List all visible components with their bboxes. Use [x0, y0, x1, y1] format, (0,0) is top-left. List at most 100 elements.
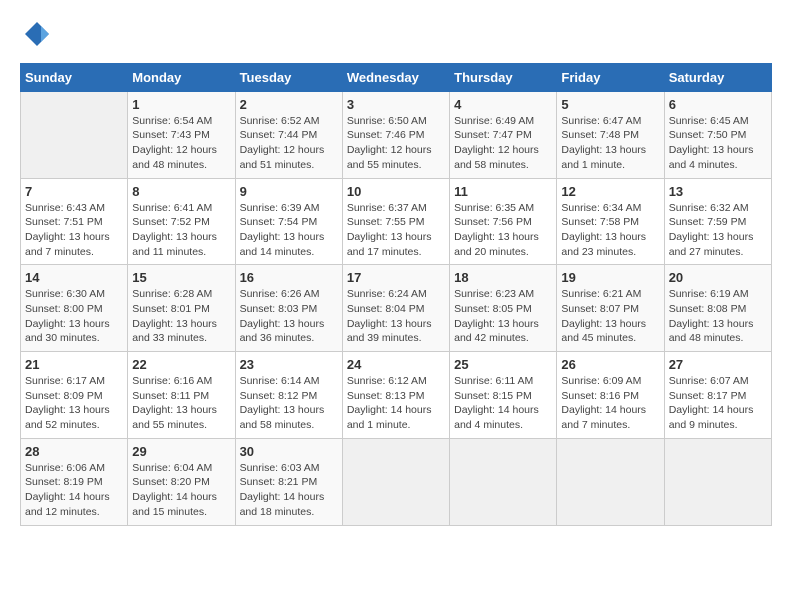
day-info: Sunrise: 6:30 AM Sunset: 8:00 PM Dayligh… — [25, 287, 123, 346]
calendar-cell: 7 Sunrise: 6:43 AM Sunset: 7:51 PM Daylig… — [21, 178, 128, 265]
calendar-cell: 18Sunrise: 6:23 AM Sunset: 8:05 PM Dayli… — [450, 265, 557, 352]
calendar-cell: 28 Sunrise: 6:06 AM Sunset: 8:19 PM Dayli… — [21, 438, 128, 525]
calendar-cell: 4 Sunrise: 6:49 AM Sunset: 7:47 PM Daylig… — [450, 91, 557, 178]
calendar-cell: 30Sunrise: 6:03 AM Sunset: 8:21 PM Dayli… — [235, 438, 342, 525]
day-info: Sunrise: 6:41 AM Sunset: 7:52 PM Dayligh… — [132, 201, 230, 260]
calendar-cell: 27 Sunrise: 6:07 AM Sunset: 8:17 PM Dayli… — [664, 352, 771, 439]
day-info: Sunrise: 6:11 AM Sunset: 8:15 PM Dayligh… — [454, 374, 552, 433]
calendar-cell: 26Sunrise: 6:09 AM Sunset: 8:16 PM Dayli… — [557, 352, 664, 439]
day-info: Sunrise: 6:19 AM Sunset: 8:08 PM Dayligh… — [669, 287, 767, 346]
day-number: 4 — [454, 97, 552, 112]
calendar-cell: 11 Sunrise: 6:35 AM Sunset: 7:56 PM Dayli… — [450, 178, 557, 265]
calendar-cell: 9 Sunrise: 6:39 AM Sunset: 7:54 PM Daylig… — [235, 178, 342, 265]
calendar-header-row: SundayMondayTuesdayWednesdayThursdayFrid… — [21, 63, 772, 91]
calendar-cell: 13 Sunrise: 6:32 AM Sunset: 7:59 PM Dayli… — [664, 178, 771, 265]
day-number: 17 — [347, 270, 445, 285]
day-number: 2 — [240, 97, 338, 112]
calendar-table: SundayMondayTuesdayWednesdayThursdayFrid… — [20, 63, 772, 526]
day-info: Sunrise: 6:03 AM Sunset: 8:21 PM Dayligh… — [240, 461, 338, 520]
day-number: 20 — [669, 270, 767, 285]
day-number: 10 — [347, 184, 445, 199]
calendar-cell: 5 Sunrise: 6:47 AM Sunset: 7:48 PM Daylig… — [557, 91, 664, 178]
page-header — [20, 20, 772, 53]
calendar-cell: 1 Sunrise: 6:54 AM Sunset: 7:43 PM Daylig… — [128, 91, 235, 178]
calendar-cell: 25 Sunrise: 6:11 AM Sunset: 8:15 PM Dayli… — [450, 352, 557, 439]
logo — [20, 20, 51, 53]
day-number: 6 — [669, 97, 767, 112]
day-number: 27 — [669, 357, 767, 372]
calendar-week-row: 21 Sunrise: 6:17 AM Sunset: 8:09 PM Dayli… — [21, 352, 772, 439]
day-info: Sunrise: 6:26 AM Sunset: 8:03 PM Dayligh… — [240, 287, 338, 346]
day-number: 3 — [347, 97, 445, 112]
day-info: Sunrise: 6:52 AM Sunset: 7:44 PM Dayligh… — [240, 114, 338, 173]
day-number: 1 — [132, 97, 230, 112]
calendar-cell: 24Sunrise: 6:12 AM Sunset: 8:13 PM Dayli… — [342, 352, 449, 439]
calendar-cell — [342, 438, 449, 525]
calendar-cell: 19Sunrise: 6:21 AM Sunset: 8:07 PM Dayli… — [557, 265, 664, 352]
calendar-cell: 29 Sunrise: 6:04 AM Sunset: 8:20 PM Dayli… — [128, 438, 235, 525]
day-info: Sunrise: 6:49 AM Sunset: 7:47 PM Dayligh… — [454, 114, 552, 173]
day-info: Sunrise: 6:14 AM Sunset: 8:12 PM Dayligh… — [240, 374, 338, 433]
day-info: Sunrise: 6:50 AM Sunset: 7:46 PM Dayligh… — [347, 114, 445, 173]
calendar-cell — [21, 91, 128, 178]
calendar-week-row: 1 Sunrise: 6:54 AM Sunset: 7:43 PM Daylig… — [21, 91, 772, 178]
day-info: Sunrise: 6:32 AM Sunset: 7:59 PM Dayligh… — [669, 201, 767, 260]
day-info: Sunrise: 6:04 AM Sunset: 8:20 PM Dayligh… — [132, 461, 230, 520]
day-info: Sunrise: 6:06 AM Sunset: 8:19 PM Dayligh… — [25, 461, 123, 520]
day-info: Sunrise: 6:43 AM Sunset: 7:51 PM Dayligh… — [25, 201, 123, 260]
day-number: 14 — [25, 270, 123, 285]
calendar-cell: 16 Sunrise: 6:26 AM Sunset: 8:03 PM Dayli… — [235, 265, 342, 352]
day-info: Sunrise: 6:28 AM Sunset: 8:01 PM Dayligh… — [132, 287, 230, 346]
day-number: 18 — [454, 270, 552, 285]
day-number: 9 — [240, 184, 338, 199]
day-info: Sunrise: 6:54 AM Sunset: 7:43 PM Dayligh… — [132, 114, 230, 173]
logo-icon — [23, 20, 51, 48]
day-info: Sunrise: 6:39 AM Sunset: 7:54 PM Dayligh… — [240, 201, 338, 260]
calendar-cell — [557, 438, 664, 525]
day-info: Sunrise: 6:17 AM Sunset: 8:09 PM Dayligh… — [25, 374, 123, 433]
calendar-body: 1 Sunrise: 6:54 AM Sunset: 7:43 PM Daylig… — [21, 91, 772, 525]
day-number: 29 — [132, 444, 230, 459]
day-number: 21 — [25, 357, 123, 372]
calendar-week-row: 28 Sunrise: 6:06 AM Sunset: 8:19 PM Dayli… — [21, 438, 772, 525]
day-number: 28 — [25, 444, 123, 459]
calendar-cell: 2 Sunrise: 6:52 AM Sunset: 7:44 PM Daylig… — [235, 91, 342, 178]
day-number: 12 — [561, 184, 659, 199]
day-number: 25 — [454, 357, 552, 372]
day-info: Sunrise: 6:47 AM Sunset: 7:48 PM Dayligh… — [561, 114, 659, 173]
calendar-week-row: 7 Sunrise: 6:43 AM Sunset: 7:51 PM Daylig… — [21, 178, 772, 265]
calendar-cell: 6 Sunrise: 6:45 AM Sunset: 7:50 PM Daylig… — [664, 91, 771, 178]
day-info: Sunrise: 6:45 AM Sunset: 7:50 PM Dayligh… — [669, 114, 767, 173]
calendar-cell: 23 Sunrise: 6:14 AM Sunset: 8:12 PM Dayli… — [235, 352, 342, 439]
column-header-friday: Friday — [557, 63, 664, 91]
day-number: 13 — [669, 184, 767, 199]
calendar-cell: 15 Sunrise: 6:28 AM Sunset: 8:01 PM Dayli… — [128, 265, 235, 352]
day-number: 11 — [454, 184, 552, 199]
day-number: 7 — [25, 184, 123, 199]
day-info: Sunrise: 6:37 AM Sunset: 7:55 PM Dayligh… — [347, 201, 445, 260]
day-info: Sunrise: 6:21 AM Sunset: 8:07 PM Dayligh… — [561, 287, 659, 346]
column-header-thursday: Thursday — [450, 63, 557, 91]
day-number: 5 — [561, 97, 659, 112]
day-number: 26 — [561, 357, 659, 372]
day-number: 22 — [132, 357, 230, 372]
day-number: 15 — [132, 270, 230, 285]
day-info: Sunrise: 6:24 AM Sunset: 8:04 PM Dayligh… — [347, 287, 445, 346]
calendar-cell: 22 Sunrise: 6:16 AM Sunset: 8:11 PM Dayli… — [128, 352, 235, 439]
column-header-monday: Monday — [128, 63, 235, 91]
calendar-week-row: 14 Sunrise: 6:30 AM Sunset: 8:00 PM Dayli… — [21, 265, 772, 352]
calendar-cell: 14 Sunrise: 6:30 AM Sunset: 8:00 PM Dayli… — [21, 265, 128, 352]
day-info: Sunrise: 6:12 AM Sunset: 8:13 PM Dayligh… — [347, 374, 445, 433]
calendar-cell: 3 Sunrise: 6:50 AM Sunset: 7:46 PM Daylig… — [342, 91, 449, 178]
day-info: Sunrise: 6:07 AM Sunset: 8:17 PM Dayligh… — [669, 374, 767, 433]
calendar-cell: 20 Sunrise: 6:19 AM Sunset: 8:08 PM Dayli… — [664, 265, 771, 352]
day-number: 23 — [240, 357, 338, 372]
calendar-cell: 17 Sunrise: 6:24 AM Sunset: 8:04 PM Dayli… — [342, 265, 449, 352]
column-header-sunday: Sunday — [21, 63, 128, 91]
column-header-tuesday: Tuesday — [235, 63, 342, 91]
day-info: Sunrise: 6:35 AM Sunset: 7:56 PM Dayligh… — [454, 201, 552, 260]
day-info: Sunrise: 6:34 AM Sunset: 7:58 PM Dayligh… — [561, 201, 659, 260]
day-info: Sunrise: 6:16 AM Sunset: 8:11 PM Dayligh… — [132, 374, 230, 433]
day-number: 16 — [240, 270, 338, 285]
calendar-cell — [664, 438, 771, 525]
